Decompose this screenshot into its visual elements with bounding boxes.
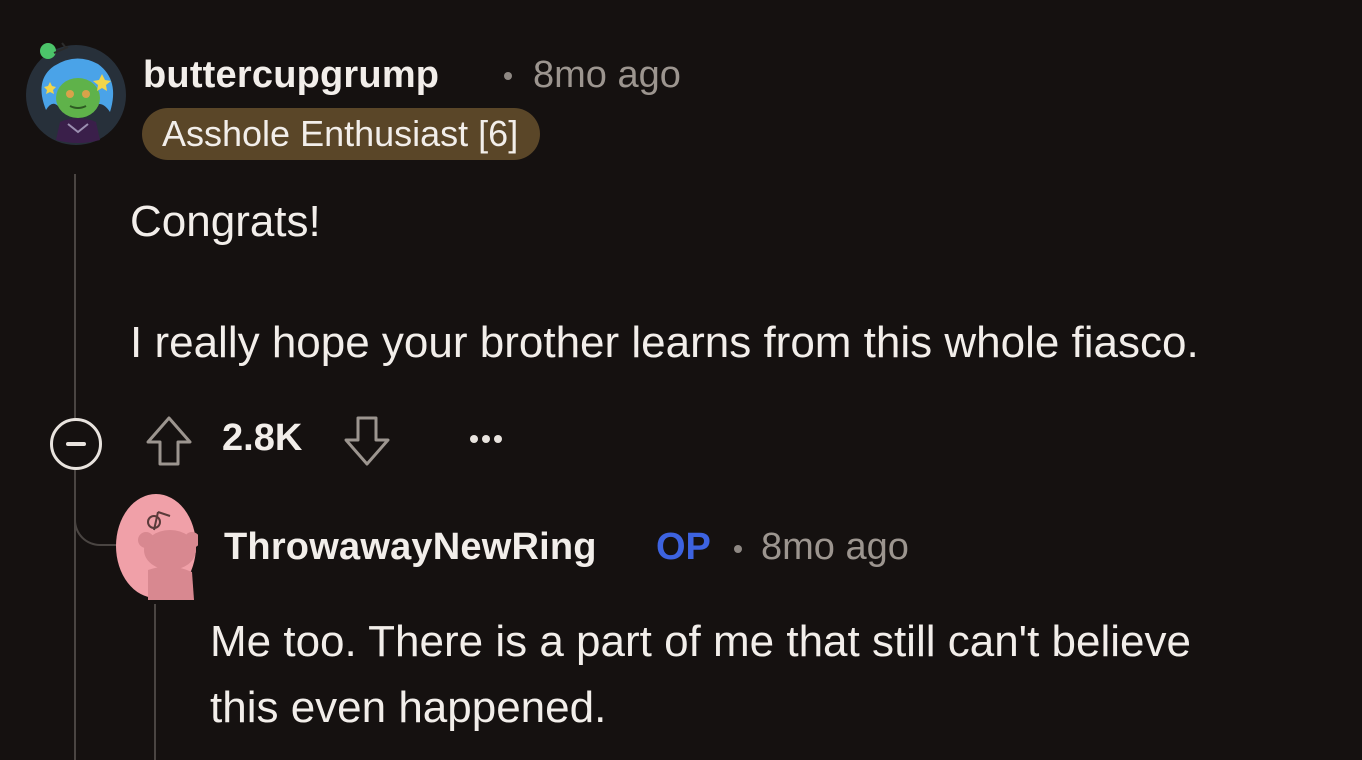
vote-score: 2.8K bbox=[222, 417, 303, 459]
user-avatar[interactable] bbox=[24, 40, 128, 146]
more-options-icon[interactable] bbox=[466, 428, 506, 450]
separator-dot bbox=[734, 545, 742, 553]
reply-body-line: this even happened. bbox=[210, 683, 607, 732]
downvote-icon[interactable] bbox=[342, 414, 392, 468]
op-badge: OP bbox=[656, 526, 711, 568]
user-flair: Asshole Enthusiast [6] bbox=[142, 108, 541, 160]
comment-author[interactable]: buttercupgrump bbox=[143, 54, 439, 97]
reply-timestamp[interactable]: 8mo ago bbox=[761, 526, 909, 569]
reply-author[interactable]: ThrowawayNewRing bbox=[224, 526, 597, 569]
reply-body-line: Me too. There is a part of me that still… bbox=[210, 617, 1191, 666]
collapse-thread-button[interactable] bbox=[50, 418, 102, 470]
comment-timestamp[interactable]: 8mo ago bbox=[533, 54, 681, 97]
separator-dot bbox=[504, 72, 512, 80]
reply-avatar[interactable] bbox=[114, 492, 198, 600]
comment-thread: buttercupgrump 8mo ago Asshole Enthusias… bbox=[0, 0, 1362, 760]
comment-body-line: Congrats! bbox=[130, 197, 321, 246]
comment-body-line: I really hope your brother learns from t… bbox=[130, 318, 1199, 367]
upvote-icon[interactable] bbox=[144, 414, 194, 468]
reply-thread-line[interactable] bbox=[154, 604, 156, 760]
